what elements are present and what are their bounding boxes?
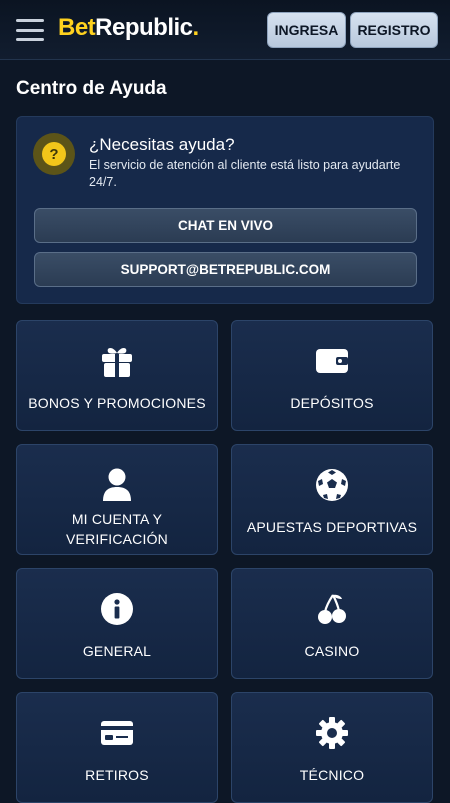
- category-bonuses[interactable]: BONOS Y PROMOCIONES: [16, 320, 218, 431]
- hamburger-menu-icon[interactable]: [16, 19, 44, 41]
- help-card: ? ¿Necesitas ayuda? El servicio de atenc…: [16, 116, 434, 304]
- support-email-button[interactable]: SUPPORT@BETREPUBLIC.COM: [34, 252, 417, 287]
- tile-label: CASINO: [304, 643, 360, 659]
- gear-icon: [232, 715, 432, 751]
- card-icon: [17, 715, 217, 751]
- question-icon: ?: [33, 133, 75, 175]
- top-header: Bet Republic. INGRESA REGISTRO: [0, 0, 450, 60]
- category-technical[interactable]: TÉCNICO: [231, 692, 433, 803]
- cherries-icon: [232, 591, 432, 627]
- category-general[interactable]: GENERAL: [16, 568, 218, 679]
- live-chat-button[interactable]: CHAT EN VIVO: [34, 208, 417, 243]
- tile-label: RETIROS: [85, 767, 149, 783]
- page-title: Centro de Ayuda: [16, 78, 167, 99]
- category-casino[interactable]: CASINO: [231, 568, 433, 679]
- logo-dot: .: [192, 14, 200, 41]
- logo-bet-text: Bet: [58, 14, 96, 41]
- tile-label: MI CUENTA Y VERIFICACIÓN: [66, 511, 168, 547]
- category-sports-betting[interactable]: APUESTAS DEPORTIVAS: [231, 444, 433, 555]
- tile-label: APUESTAS DEPORTIVAS: [246, 519, 418, 535]
- info-icon: [17, 591, 217, 627]
- help-description: El servicio de atención al cliente está …: [89, 158, 401, 189]
- tile-label: DEPÓSITOS: [290, 395, 374, 411]
- gift-icon: [17, 343, 217, 379]
- tile-label: TÉCNICO: [299, 767, 365, 783]
- login-button[interactable]: INGRESA: [267, 12, 346, 48]
- category-account-verification[interactable]: MI CUENTA Y VERIFICACIÓN: [16, 444, 218, 555]
- soccer-ball-icon: [232, 467, 432, 503]
- brand-logo[interactable]: Bet Republic.: [58, 14, 199, 46]
- wallet-icon: [232, 343, 432, 379]
- tile-label: GENERAL: [82, 643, 152, 659]
- register-button[interactable]: REGISTRO: [350, 12, 438, 48]
- tile-label: BONOS Y PROMOCIONES: [28, 395, 206, 411]
- category-deposits[interactable]: DEPÓSITOS: [231, 320, 433, 431]
- user-icon: [17, 467, 217, 503]
- help-title: ¿Necesitas ayuda?: [89, 135, 235, 154]
- logo-republic-text: Republic: [95, 14, 193, 41]
- category-withdrawals[interactable]: RETIROS: [16, 692, 218, 803]
